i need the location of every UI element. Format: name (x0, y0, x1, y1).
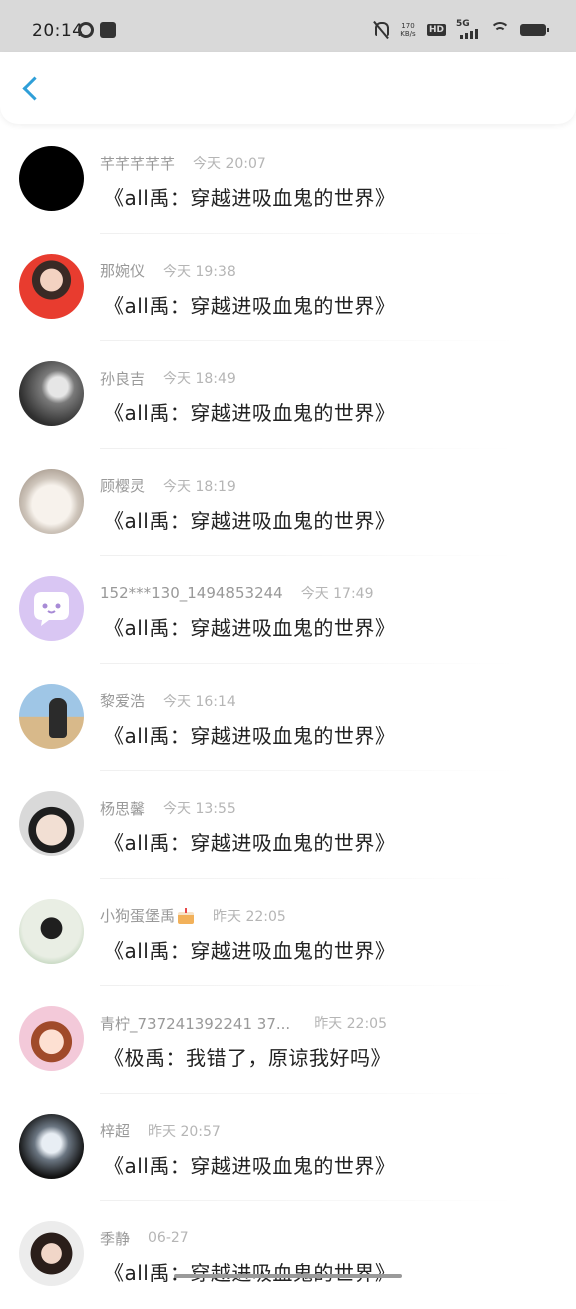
network-speed-value: 170 (401, 22, 415, 30)
mute-icon (373, 21, 389, 39)
avatar[interactable] (19, 1113, 84, 1179)
avatar[interactable] (19, 791, 84, 856)
work-title[interactable]: 《all禹：穿越进吸血鬼的世界》 (104, 935, 395, 964)
timestamp: 昨天 22:05 (314, 1016, 387, 1032)
list-item[interactable]: 青柠_737241392241 37... 昨天 22:05 《极禹：我错了，原… (0, 986, 576, 1094)
user-name: 杨思馨 (100, 799, 146, 818)
user-name: 小狗蛋堡禹 (100, 907, 176, 925)
list-item[interactable]: 小狗蛋堡禹 昨天 22:05 《all禹：穿越进吸血鬼的世界》 (0, 879, 576, 986)
timestamp: 今天 18:19 (163, 478, 236, 495)
network-speed: 170 KB/s (399, 22, 417, 38)
battery-icon (520, 24, 549, 36)
avatar[interactable] (19, 576, 84, 641)
avatar[interactable] (19, 146, 84, 211)
timestamp: 今天 18:49 (163, 371, 236, 387)
work-title[interactable]: 《all禹：穿越进吸血鬼的世界》 (104, 505, 395, 534)
work-title[interactable]: 《all禹：穿越进吸血鬼的世界》 (104, 397, 395, 426)
user-name: 152***130_1494853244 (100, 584, 283, 602)
header-bar (0, 52, 576, 124)
avatar[interactable] (19, 253, 84, 319)
user-name: 梓超 (100, 1122, 131, 1140)
user-name: 青柠_737241392241 37... (100, 1014, 291, 1033)
work-title[interactable]: 《all禹：穿越进吸血鬼的世界》 (104, 1150, 395, 1179)
back-button[interactable] (16, 72, 48, 104)
list-item[interactable]: 芊芊芊芊芊 今天 20:07 《all禹：穿越进吸血鬼的世界》 (0, 126, 576, 234)
list-item[interactable]: 黎爱浩 今天 16:14 《all禹：穿越进吸血鬼的世界》 (0, 664, 576, 771)
work-title[interactable]: 《all禹：穿越进吸血鬼的世界》 (104, 612, 395, 641)
timestamp: 今天 17:49 (300, 586, 374, 602)
work-title[interactable]: 《all禹：穿越进吸血鬼的世界》 (104, 182, 395, 211)
list-item[interactable]: 那婉仪 今天 19:38 《all禹：穿越进吸血鬼的世界》 (0, 234, 576, 341)
list-item[interactable]: 顾樱灵 今天 18:19 《all禹：穿越进吸血鬼的世界》 (0, 449, 576, 556)
status-bar: 20:14 170 KB/s HD 5G (0, 0, 576, 52)
work-title[interactable]: 《all禹：穿越进吸血鬼的世界》 (104, 1257, 395, 1286)
list-item[interactable]: 孙良吉 今天 18:49 《all禹：穿越进吸血鬼的世界》 (0, 341, 576, 449)
user-name: 那婉仪 (100, 262, 146, 280)
timestamp: 今天 13:55 (163, 801, 236, 817)
signal-icon: 5G (456, 19, 480, 39)
status-time: 20:14 (32, 21, 84, 41)
user-name: 孙良吉 (100, 369, 146, 388)
list-item[interactable]: 杨思馨 今天 13:55 《all禹：穿越进吸血鬼的世界》 (0, 771, 576, 879)
user-name: 黎爱浩 (100, 692, 146, 710)
avatar[interactable] (19, 1006, 84, 1071)
status-icons: 170 KB/s HD 5G (373, 18, 549, 42)
avatar[interactable] (19, 361, 84, 426)
user-name: 芊芊芊芊芊 (100, 154, 176, 173)
avatar[interactable] (19, 898, 84, 964)
avatar[interactable] (19, 683, 84, 749)
chat-bubble-icon (34, 592, 69, 626)
reader-list: 芊芊芊芊芊 今天 20:07 《all禹：穿越进吸血鬼的世界》 那婉仪 今天 1… (0, 126, 576, 1309)
timestamp: 06-27 (148, 1230, 189, 1246)
work-title[interactable]: 《all禹：穿越进吸血鬼的世界》 (104, 290, 395, 319)
user-name: 顾樱灵 (100, 477, 146, 495)
wifi-icon (490, 22, 510, 38)
work-title[interactable]: 《极禹：我错了，原谅我好吗》 (104, 1042, 391, 1071)
list-item[interactable]: 季静 06-27 《all禹：穿越进吸血鬼的世界》 (0, 1201, 576, 1309)
timestamp: 今天 20:07 (193, 156, 266, 172)
list-item[interactable]: 梓超 昨天 20:57 《all禹：穿越进吸血鬼的世界》 (0, 1094, 576, 1201)
timestamp: 今天 16:14 (163, 693, 236, 710)
work-title[interactable]: 《all禹：穿越进吸血鬼的世界》 (104, 720, 395, 749)
avatar[interactable] (19, 1221, 84, 1286)
network-type: 5G (456, 19, 470, 29)
work-title[interactable]: 《all禹：穿越进吸血鬼的世界》 (104, 827, 395, 856)
timestamp: 今天 19:38 (163, 263, 236, 280)
list-item[interactable]: 152***130_1494853244 今天 17:49 《all禹：穿越进吸… (0, 556, 576, 664)
network-speed-unit: KB/s (400, 30, 416, 38)
timestamp: 昨天 20:57 (148, 1123, 221, 1140)
user-name: 季静 (100, 1229, 131, 1248)
avatar[interactable] (19, 468, 84, 534)
home-indicator[interactable] (174, 1274, 402, 1278)
message-icon (100, 22, 116, 38)
cake-icon (177, 907, 195, 924)
timestamp: 昨天 22:05 (213, 908, 286, 925)
hd-icon: HD (426, 24, 446, 36)
